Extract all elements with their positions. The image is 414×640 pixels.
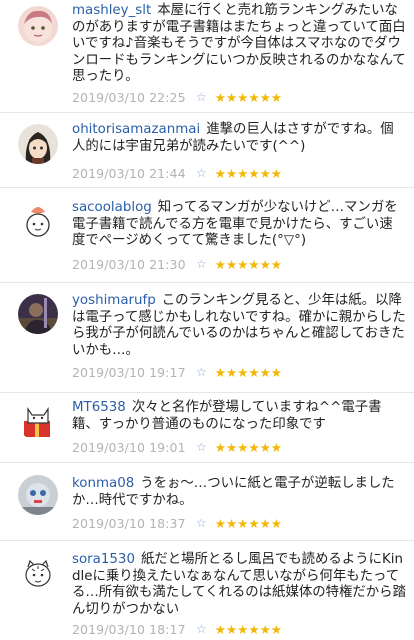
comment-meta: 2019/03/10 19:17 ☆ ★★★★★★: [72, 363, 282, 381]
comment-body: ohitorisamazanmai 進撃の巨人はさすがですね。個人的には宇宙兄弟が…: [72, 122, 406, 155]
comment-body: yoshimarufp このランキング見ると、少年は紙。以降は電子って感じかもしれ…: [72, 293, 406, 359]
comment-username[interactable]: ohitorisamazanmai: [72, 122, 200, 137]
comment-meta: 2019/03/10 19:01 ☆ ★★★★★★: [72, 438, 282, 456]
comment-item: sora1530 紙だと場所とるし風呂でも読めるようにKindleに乗り換えたいな…: [0, 541, 414, 640]
star-outline-icon[interactable]: ☆: [196, 90, 207, 104]
comment-username[interactable]: sacoolablog: [72, 200, 152, 215]
comment-item: konma08 うをぉ〜…ついに紙と電子が逆転しましたか…時代ですかね。 2019…: [0, 463, 414, 541]
photo-avatar-icon: [18, 294, 58, 334]
comment-timestamp: 2019/03/10 19:01: [72, 439, 186, 455]
comment-timestamp: 2019/03/10 18:37: [72, 515, 186, 531]
comment-meta: 2019/03/10 21:30 ☆ ★★★★★★: [72, 255, 282, 273]
comment-item: ohitorisamazanmai 進撃の巨人はさすがですね。個人的には宇宙兄弟が…: [0, 113, 414, 188]
comment-timestamp: 2019/03/10 22:25: [72, 89, 186, 105]
comment-body: konma08 うをぉ〜…ついに紙と電子が逆転しましたか…時代ですかね。: [72, 476, 406, 509]
comment-username[interactable]: mashley_slt: [72, 3, 151, 18]
avatar[interactable]: [18, 294, 58, 334]
comment-meta: 2019/03/10 22:25 ☆ ★★★★★★: [72, 88, 282, 106]
comment-item: mashley_slt 本屋に行くと売れ筋ランキングみたいなのがありますが電子書籍…: [0, 0, 414, 113]
illustrated-face-avatar-icon: [18, 6, 58, 46]
avatar[interactable]: [18, 475, 58, 515]
avatar[interactable]: [18, 553, 58, 593]
comment-item: yoshimarufp このランキング見ると、少年は紙。以降は電子って感じかもしれ…: [0, 283, 414, 393]
comment-body: mashley_slt 本屋に行くと売れ筋ランキングみたいなのがありますが電子書籍…: [72, 3, 406, 86]
cat-gift-avatar-icon: [18, 401, 58, 441]
star-rating: ★★★★★★: [214, 89, 283, 105]
comment-meta: 2019/03/10 18:17 ☆ ★★★★★★: [72, 620, 282, 638]
star-rating: ★★★★★★: [214, 256, 283, 272]
toy-figure-avatar-icon: [18, 475, 58, 515]
star-rating: ★★★★★★: [214, 165, 283, 181]
comment-timestamp: 2019/03/10 19:17: [72, 364, 186, 380]
star-rating: ★★★★★★: [214, 439, 283, 455]
star-rating: ★★★★★★: [214, 515, 283, 531]
comment-timestamp: 2019/03/10 21:30: [72, 256, 186, 272]
anime-girl-avatar-icon: [18, 124, 58, 164]
comment-timestamp: 2019/03/10 21:44: [72, 165, 186, 181]
avatar[interactable]: [18, 124, 58, 164]
comment-username[interactable]: sora1530: [72, 552, 135, 567]
comment-body: sacoolablog 知ってるマンガが少ないけど…マンガを電子書籍で読んでる方を…: [72, 200, 406, 250]
star-outline-icon[interactable]: ☆: [196, 365, 207, 379]
comment-body: MT6538 次々と名作が登場していますね^^電子書籍、すっかり普通のものになった…: [72, 400, 406, 433]
star-rating: ★★★★★★: [214, 621, 283, 637]
avatar[interactable]: [18, 401, 58, 441]
star-rating: ★★★★★★: [214, 364, 283, 380]
tiger-sketch-avatar-icon: [18, 553, 58, 593]
comment-username[interactable]: konma08: [72, 476, 134, 491]
comment-meta: 2019/03/10 21:44 ☆ ★★★★★★: [72, 164, 282, 182]
comment-username[interactable]: yoshimarufp: [72, 293, 156, 308]
avatar[interactable]: [18, 199, 58, 239]
comment-body: sora1530 紙だと場所とるし風呂でも読めるようにKindleに乗り換えたいな…: [72, 552, 406, 618]
star-outline-icon[interactable]: ☆: [196, 166, 207, 180]
avatar[interactable]: [18, 6, 58, 46]
comment-timestamp: 2019/03/10 18:17: [72, 621, 186, 637]
comment-meta: 2019/03/10 18:37 ☆ ★★★★★★: [72, 514, 282, 532]
comment-username[interactable]: MT6538: [72, 400, 126, 415]
star-outline-icon[interactable]: ☆: [196, 257, 207, 271]
comment-item: MT6538 次々と名作が登場していますね^^電子書籍、すっかり普通のものになった…: [0, 393, 414, 463]
star-outline-icon[interactable]: ☆: [196, 440, 207, 454]
cartoon-character-avatar-icon: [18, 199, 58, 239]
star-outline-icon[interactable]: ☆: [196, 622, 207, 636]
star-outline-icon[interactable]: ☆: [196, 516, 207, 530]
comment-item: sacoolablog 知ってるマンガが少ないけど…マンガを電子書籍で読んでる方を…: [0, 188, 414, 283]
